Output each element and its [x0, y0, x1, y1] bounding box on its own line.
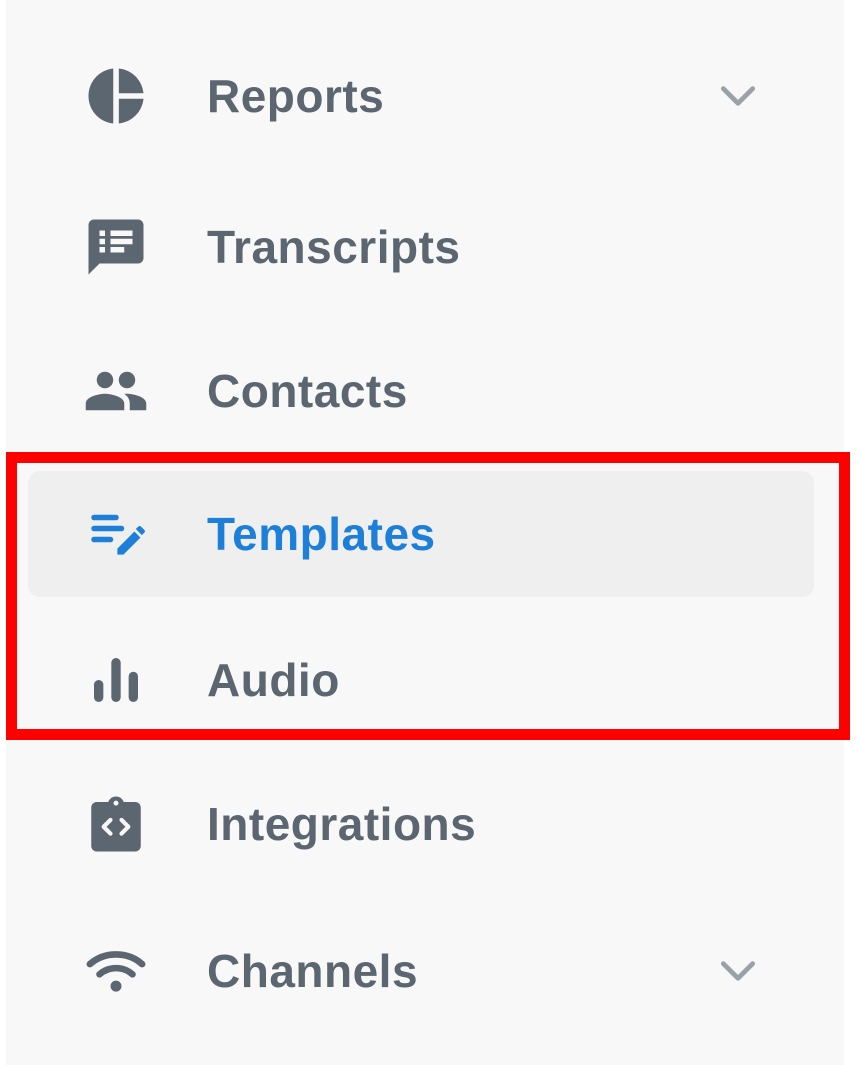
- chevron-down-icon[interactable]: [716, 74, 760, 118]
- bar-chart-icon: [83, 647, 149, 713]
- sidebar-item-channels[interactable]: Channels: [28, 908, 814, 1034]
- people-icon: [83, 358, 149, 424]
- sidebar-item-label: Contacts: [207, 365, 408, 417]
- chevron-down-icon[interactable]: [716, 949, 760, 993]
- chat-list-icon: [83, 214, 149, 280]
- sidebar-item-label: Channels: [207, 945, 419, 997]
- wifi-icon: [83, 938, 149, 1004]
- sidebar-item-transcripts[interactable]: Transcripts: [28, 184, 814, 310]
- sidebar-item-integrations[interactable]: Integrations: [28, 761, 814, 887]
- code-clipboard-icon: [83, 791, 149, 857]
- sidebar-item-label: Transcripts: [207, 221, 461, 273]
- sidebar-item-label: Templates: [207, 508, 436, 560]
- pie-chart-icon: [83, 63, 149, 129]
- sidebar-item-contacts[interactable]: Contacts: [28, 328, 814, 454]
- sidebar-nav: Reports Transcripts Contacts Templates A…: [6, 0, 844, 1065]
- sidebar-item-label: Reports: [207, 70, 385, 122]
- sidebar-item-templates[interactable]: Templates: [28, 471, 814, 597]
- sidebar-item-reports[interactable]: Reports: [28, 33, 814, 159]
- edit-list-icon: [83, 501, 149, 567]
- sidebar-item-audio[interactable]: Audio: [28, 617, 814, 743]
- sidebar-item-label: Integrations: [207, 798, 477, 850]
- sidebar-item-label: Audio: [207, 654, 340, 706]
